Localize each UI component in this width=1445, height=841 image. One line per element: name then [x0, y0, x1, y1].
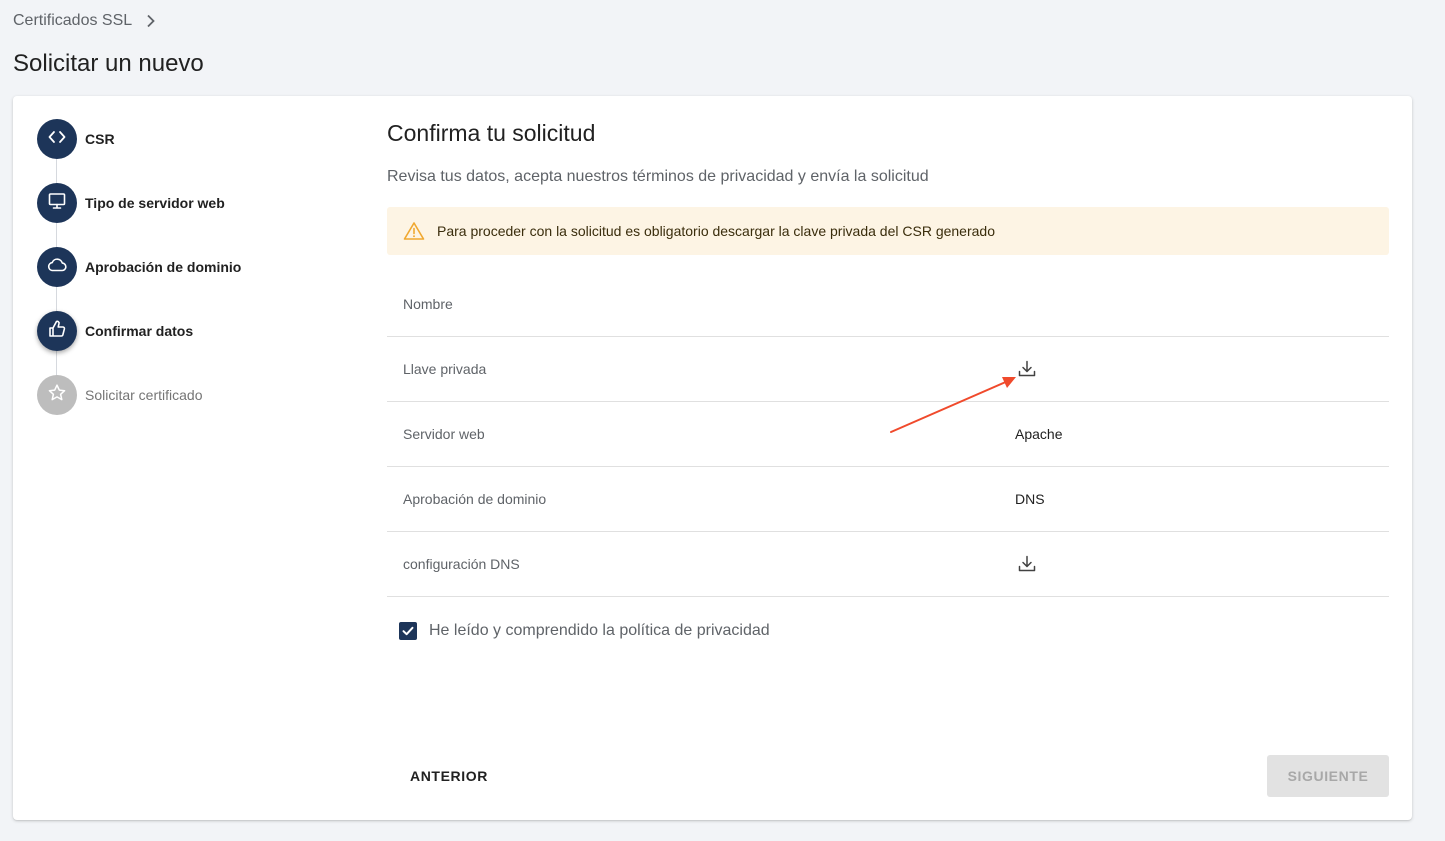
- content-subtitle: Revisa tus datos, acepta nuestros términ…: [387, 168, 929, 185]
- next-button[interactable]: SIGUIENTE: [1267, 755, 1389, 797]
- privacy-checkbox[interactable]: [399, 622, 417, 640]
- step-circle: [37, 183, 77, 223]
- table-row: Servidor web Apache: [387, 402, 1389, 467]
- warning-text: Para proceder con la solicitud es obliga…: [437, 223, 995, 239]
- step-label: Aprobación de dominio: [85, 259, 242, 275]
- breadcrumb-link-ssl[interactable]: Certificados SSL: [13, 12, 132, 30]
- row-label: configuración DNS: [403, 556, 520, 572]
- step-csr[interactable]: CSR: [37, 119, 115, 159]
- warning-icon: [403, 221, 425, 241]
- previous-button[interactable]: ANTERIOR: [398, 756, 500, 796]
- row-label: Nombre: [403, 296, 453, 312]
- chevron-right-icon: [142, 12, 160, 30]
- content-title: Confirma tu solicitud: [387, 120, 596, 146]
- step-circle: [37, 247, 77, 287]
- row-value: DNS: [1015, 491, 1045, 507]
- checkmark-icon: [402, 626, 414, 636]
- step-label: Confirmar datos: [85, 323, 194, 339]
- step-label: Solicitar certificado: [85, 387, 203, 403]
- privacy-consent: He leído y comprendido la política de pr…: [399, 622, 770, 640]
- thumbs-up-icon: [47, 319, 67, 344]
- star-icon: [47, 383, 67, 408]
- step-label: Tipo de servidor web: [85, 195, 225, 211]
- step-circle: [37, 119, 77, 159]
- step-confirm-data[interactable]: Confirmar datos: [37, 311, 193, 351]
- table-row: Aprobación de dominio DNS: [387, 467, 1389, 532]
- download-icon[interactable]: [1017, 554, 1037, 574]
- step-server-type[interactable]: Tipo de servidor web: [37, 183, 225, 223]
- request-card: CSR Tipo de servidor web Aprobación de d…: [13, 96, 1412, 820]
- summary-table: Nombre Llave privada Servidor web Apache…: [387, 272, 1389, 597]
- row-value: Apache: [1015, 426, 1063, 442]
- download-icon[interactable]: [1017, 359, 1037, 379]
- breadcrumb: Certificados SSL: [13, 12, 160, 30]
- row-label: Llave privada: [403, 361, 487, 377]
- warning-alert: Para proceder con la solicitud es obliga…: [387, 207, 1389, 255]
- cloud-icon: [46, 255, 68, 280]
- table-row: Nombre: [387, 272, 1389, 337]
- table-row: Llave privada: [387, 337, 1389, 402]
- step-request-certificate: Solicitar certificado: [37, 375, 203, 415]
- step-circle: [37, 375, 77, 415]
- table-row: configuración DNS: [387, 532, 1389, 597]
- page-title: Solicitar un nuevo: [13, 50, 204, 77]
- step-label: CSR: [85, 131, 115, 147]
- step-circle: [37, 311, 77, 351]
- code-icon: [47, 127, 67, 152]
- row-label: Servidor web: [403, 426, 485, 442]
- step-domain-approval[interactable]: Aprobación de dominio: [37, 247, 241, 287]
- privacy-label[interactable]: He leído y comprendido la política de pr…: [429, 622, 770, 640]
- monitor-icon: [47, 191, 67, 216]
- row-label: Aprobación de dominio: [403, 491, 547, 507]
